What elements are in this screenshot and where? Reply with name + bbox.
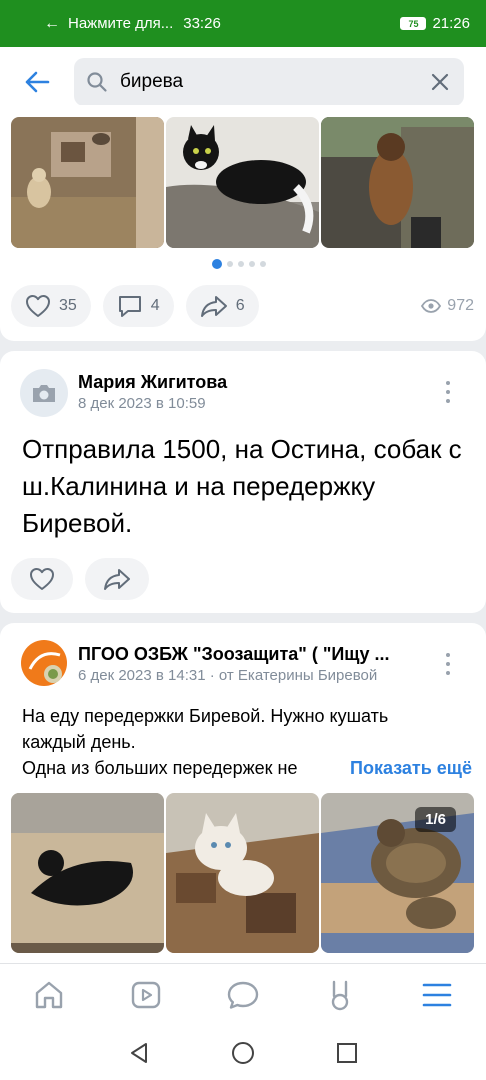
system-navigation-bar (0, 1025, 486, 1080)
clear-search-button[interactable] (428, 70, 452, 94)
carousel-dots (212, 259, 266, 269)
menu-icon (423, 983, 452, 1006)
search-query[interactable]: бирева (120, 71, 428, 93)
post-text-truncated: Одна из больших передержек не (22, 758, 298, 778)
carousel-dot (260, 261, 266, 267)
photo-carousel[interactable]: 1/6 (11, 793, 474, 953)
triangle-back-icon (131, 1042, 147, 1063)
battery-icon: 75 (400, 17, 427, 30)
heart-icon (30, 568, 54, 590)
square-recents-icon (337, 1042, 357, 1063)
kebab-dot (446, 381, 450, 385)
call-notice-text[interactable]: Нажмите для... (68, 15, 173, 32)
post-photo-puppy[interactable] (321, 117, 474, 248)
nav-home[interactable] (27, 973, 71, 1017)
post-card: Мария Жигитова 8 дек 2023 в 10:59 Отправ… (0, 351, 486, 613)
more-options-button[interactable] (438, 379, 458, 405)
like-count: 35 (59, 297, 77, 314)
system-home-button[interactable] (227, 1037, 259, 1069)
post-photo-black-cat-floor[interactable] (11, 793, 164, 953)
carousel-dot (249, 261, 255, 267)
search-icon (87, 72, 107, 92)
system-back-button[interactable] (123, 1037, 155, 1069)
post-author[interactable]: ПГОО ОЗБЖ "Зоозащита" ( "Ищу ... (78, 644, 428, 665)
comment-icon (118, 296, 141, 317)
camera-icon (33, 385, 55, 402)
avatar[interactable] (20, 639, 68, 687)
circle-home-icon (232, 1041, 254, 1064)
kebab-dot (446, 399, 450, 403)
search-input[interactable]: бирева (74, 58, 464, 106)
eye-icon (421, 299, 442, 313)
post-text-line: Одна из больших передержек не Показать е… (22, 755, 472, 781)
carousel-dot (227, 261, 233, 267)
messages-icon (227, 981, 259, 1009)
nav-menu[interactable] (415, 973, 459, 1017)
post-card: 35 4 6 972 (0, 105, 486, 341)
photo-carousel[interactable] (11, 117, 474, 248)
post-photo-black-cat[interactable] (166, 117, 319, 248)
avatar[interactable] (20, 369, 68, 417)
kebab-dot (446, 390, 450, 394)
more-options-button[interactable] (438, 651, 458, 677)
share-button[interactable] (85, 558, 149, 600)
close-icon (431, 73, 449, 91)
show-more-link[interactable]: Показать ещё (322, 755, 472, 781)
share-count: 6 (235, 297, 245, 314)
status-bar: ← Нажмите для... 33:26 75 21:26 (0, 0, 486, 47)
services-icon (331, 980, 349, 1010)
post-text-line: На еду передержки Биревой. Нужно кушать (22, 706, 389, 726)
comment-button[interactable]: 4 (102, 285, 174, 327)
share-button[interactable]: 6 (185, 285, 259, 327)
post-photo-white-kitten[interactable] (166, 793, 319, 953)
photo-counter-badge: 1/6 (415, 807, 456, 832)
like-button[interactable]: 35 (11, 285, 91, 327)
heart-icon (26, 295, 50, 317)
comment-count: 4 (150, 297, 160, 314)
nav-messages[interactable] (221, 973, 265, 1017)
share-icon (200, 296, 227, 317)
back-button[interactable] (22, 67, 52, 97)
like-button[interactable] (11, 558, 73, 600)
carousel-dot (238, 261, 244, 267)
nav-services[interactable] (318, 973, 362, 1017)
kebab-dot (446, 671, 450, 675)
post-card: ПГОО ОЗБЖ "Зоозащита" ( "Ищу ... 6 дек 2… (0, 623, 486, 983)
video-icon (131, 981, 160, 1008)
group-logo-icon (21, 640, 67, 686)
post-photo-tabby-cat[interactable]: 1/6 (321, 793, 474, 953)
call-return-arrow-icon[interactable]: ← (44, 15, 60, 33)
post-author[interactable]: Мария Жигитова (78, 372, 227, 393)
kebab-dot (446, 653, 450, 657)
bottom-navigation (0, 963, 486, 1025)
views-counter: 972 (421, 297, 474, 315)
call-timer: 33:26 (183, 15, 221, 32)
post-actions: 35 4 6 (11, 285, 259, 327)
post-photo-dog-kennel[interactable] (11, 117, 164, 248)
clock: 21:26 (432, 15, 470, 32)
kebab-dot (446, 662, 450, 666)
post-text: Отправила 1500, на Остина, собак с ш.Кал… (22, 434, 462, 538)
post-text-line: каждый день. (22, 732, 136, 752)
carousel-dot-active (212, 259, 222, 269)
post-date[interactable]: 8 дек 2023 в 10:59 (78, 395, 206, 412)
post-date[interactable]: 6 дек 2023 в 14:31 · от Екатерины Бирево… (78, 667, 377, 684)
arrow-left-icon (25, 71, 50, 93)
share-icon (104, 569, 130, 590)
view-count: 972 (447, 297, 474, 314)
post-text: На еду передержки Биревой. Нужно кушать … (22, 703, 472, 781)
nav-video[interactable] (124, 973, 168, 1017)
home-icon (35, 981, 62, 1008)
system-recents-button[interactable] (331, 1037, 363, 1069)
post-actions (11, 558, 149, 600)
